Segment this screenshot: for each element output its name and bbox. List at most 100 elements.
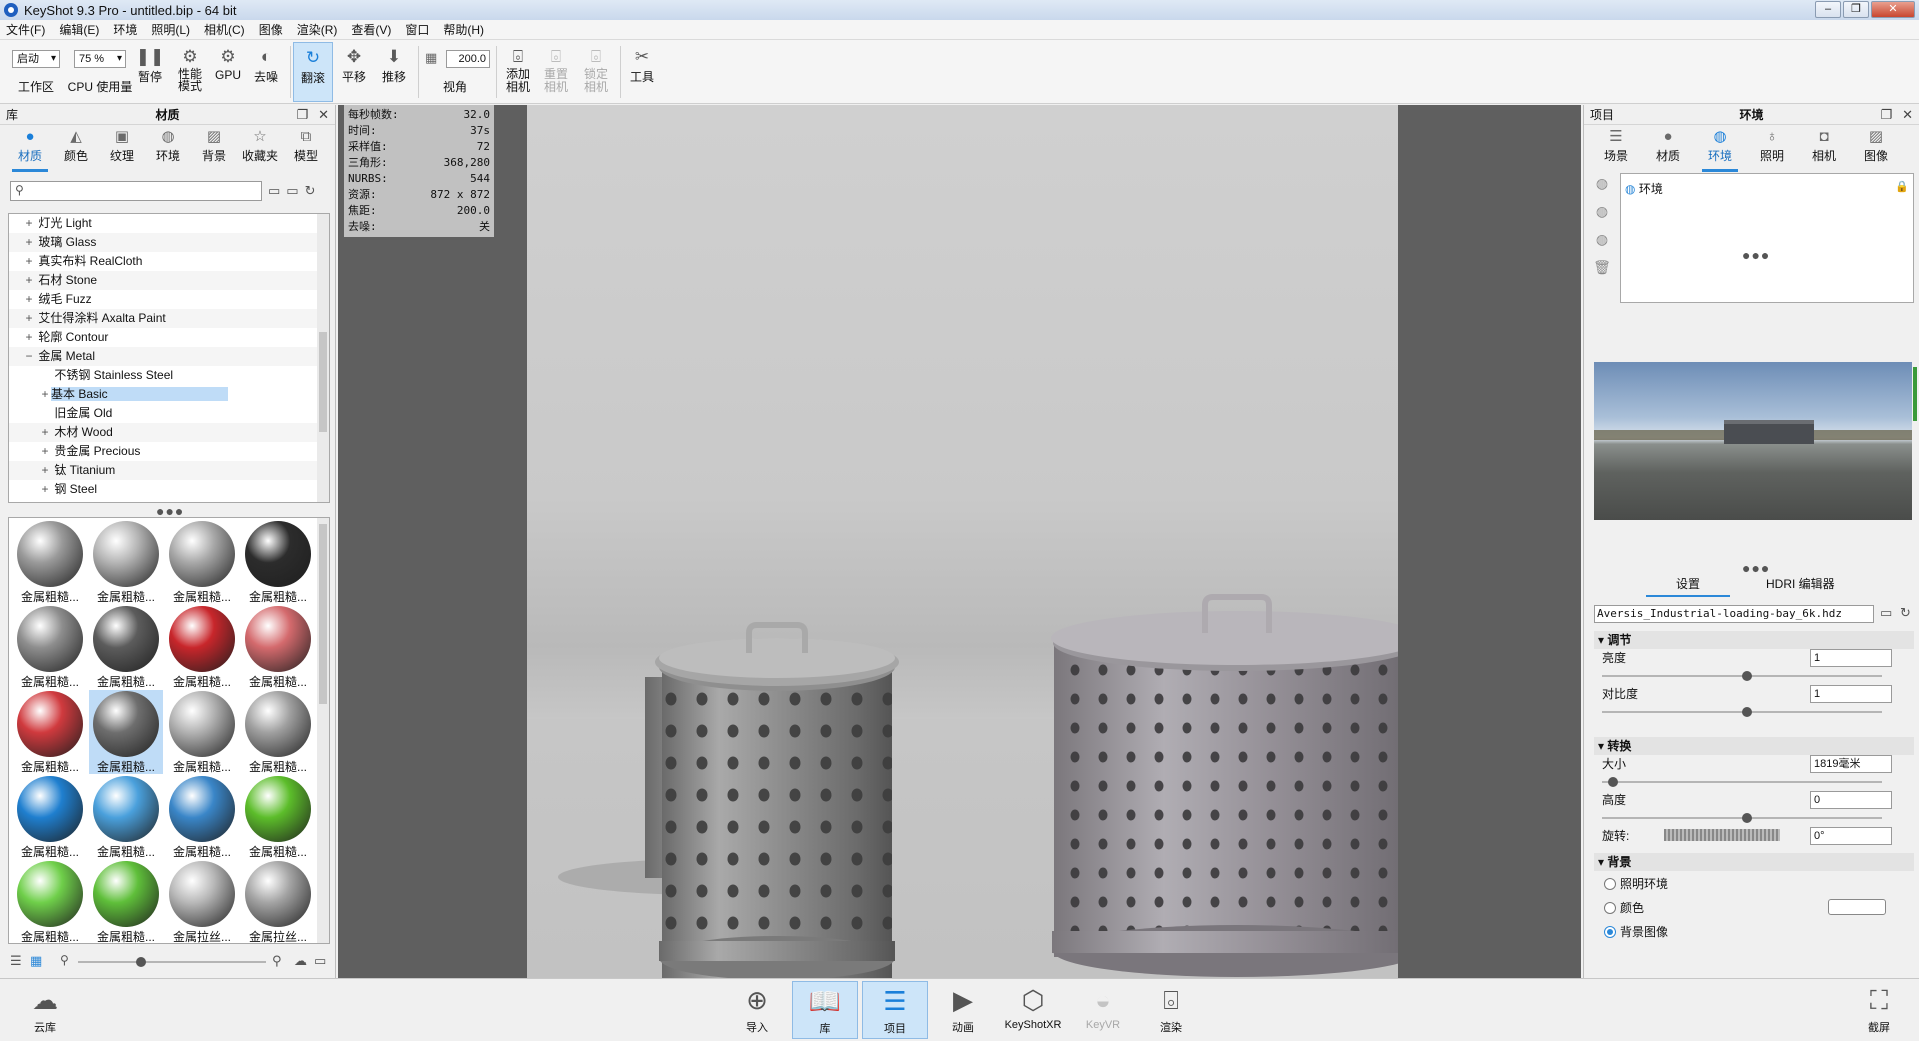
background-image-radio[interactable]: 背景图像 [1604,923,1668,940]
reset-camera-button[interactable]: ⌻ 重置 相机 [536,46,576,94]
material-thumbnail[interactable]: 金属粗糙... [241,690,315,774]
height-slider-knob[interactable] [1742,813,1752,823]
float-panel-icon[interactable]: ❐ [296,105,308,125]
tree-item-basic-selected[interactable]: + 基本 Basic [9,385,329,404]
tumble-button[interactable]: ↻ 翻滚 [293,42,333,102]
thumbnail-size-slider-knob[interactable] [136,957,146,967]
menu-edit[interactable]: 编辑(E) [59,21,99,38]
tab-environment[interactable]: ◍ 环境 [1698,127,1742,172]
pause-button[interactable]: ❚❚ 暂停 [130,46,170,85]
zoom-in-icon[interactable]: ⚲ [272,953,282,969]
performance-mode-button[interactable]: ⚙ 性能 模式 [170,46,210,92]
material-thumbnail[interactable]: 金属粗糙... [13,690,87,774]
section-background[interactable]: ▾ 背景 [1594,853,1914,871]
material-thumbnail[interactable]: 金属粗糙... [165,605,239,689]
menu-view[interactable]: 查看(V) [351,21,391,38]
cpu-usage-dropdown[interactable]: 75 % [74,50,126,68]
tools-button[interactable]: ✂ 工具 [622,46,662,85]
render-image[interactable] [527,105,1398,978]
tree-item[interactable]: + 钛 Titanium [9,461,329,480]
thumbnail-scrollbar[interactable] [317,518,329,943]
denoise-button[interactable]: ◐ 去噪 [246,46,286,85]
height-input[interactable]: 0 [1810,791,1892,809]
tree-item[interactable]: + 真实布料 RealCloth [9,252,329,271]
tree-item[interactable]: + 钢 Steel [9,480,329,499]
tab-textures[interactable]: ▣ 纹理 [100,127,144,164]
brightness-input[interactable]: 1 [1810,649,1892,667]
hdri-preview-image[interactable] [1594,362,1912,520]
thumbnail-size-slider[interactable] [78,957,266,967]
tab-models[interactable]: ⧉ 模型 [284,127,328,164]
section-adjust[interactable]: ▾ 调节 [1594,631,1914,649]
material-thumbnail[interactable]: 金属粗糙... [165,775,239,859]
contrast-slider[interactable] [1602,707,1882,717]
menu-environment[interactable]: 环境 [113,21,137,38]
tree-item[interactable]: + 轮廓 Contour [9,328,329,347]
tree-item[interactable]: + 贵金属 Precious [9,442,329,461]
menu-help[interactable]: 帮助(H) [443,21,484,38]
cloud-library-button[interactable]: ☁ 云库 [12,981,78,1039]
minimize-button[interactable]: – [1815,1,1841,18]
menu-camera[interactable]: 相机(C) [204,21,245,38]
material-thumbnail[interactable]: 金属粗糙... [89,605,163,689]
tree-item[interactable]: + 石材 Stone [9,271,329,290]
splitter-handle[interactable]: ●●● [1742,247,1770,263]
tab-favorites[interactable]: ☆ 收藏夹 [238,127,282,164]
hdri-scroll-indicator[interactable] [1913,367,1917,421]
material-thumbnail[interactable]: 金属粗糙... [13,860,87,943]
menu-file[interactable]: 文件(F) [6,21,45,38]
size-slider[interactable] [1602,777,1882,787]
lock-icon[interactable]: 🔒 [1895,180,1909,193]
contrast-input[interactable]: 1 [1810,685,1892,703]
subtab-hdri-editor[interactable]: HDRI 编辑器 [1766,575,1835,592]
material-thumbnail[interactable]: 金属粗糙... [89,520,163,604]
add-environment-icon[interactable]: ◍ [1592,175,1612,203]
tab-camera[interactable]: ◘ 相机 [1802,127,1846,164]
hdri-file-field[interactable]: Aversis_Industrial-loading-bay_6k.hdz [1594,605,1874,623]
material-thumbnail[interactable]: 金属粗糙... [13,520,87,604]
library-button[interactable]: 📖 库 [792,981,858,1039]
material-thumbnail[interactable]: 金属粗糙... [89,690,163,774]
rotation-dial[interactable] [1664,829,1780,841]
size-slider-knob[interactable] [1608,777,1618,787]
material-thumbnail[interactable]: 金属粗糙... [241,605,315,689]
refresh-icon[interactable]: ↻ [305,183,316,199]
render-viewport[interactable]: 每秒帧数: 32.0 时间: 37s 采样值: 72 三角形: 368,280 NURB… [338,105,1581,978]
keyshotxr-button[interactable]: ⬡ KeyShotXR [1000,981,1066,1039]
add-folder-icon[interactable]: ▭ [286,183,298,199]
tab-environments[interactable]: ◍ 环境 [146,127,190,164]
maximize-button[interactable]: ❐ [1843,1,1869,18]
menu-render[interactable]: 渲染(R) [297,21,338,38]
duplicate-environment-icon[interactable]: ◍ [1592,203,1612,231]
environment-list-item[interactable]: ◍ 环境 [1625,180,1663,197]
brightness-slider-knob[interactable] [1742,671,1752,681]
subtab-settings[interactable]: 设置 [1645,575,1731,597]
background-lighting-radio[interactable]: 照明环境 [1604,875,1668,892]
delete-icon[interactable]: 🗑 [1592,259,1612,287]
tab-backplates[interactable]: ▨ 背景 [192,127,236,164]
close-panel-icon[interactable]: ✕ [1902,105,1913,125]
material-thumbnail[interactable]: 金属粗糙... [241,775,315,859]
workspace-dropdown[interactable]: 启动 [12,50,60,68]
material-thumbnail[interactable]: 金属拉丝... [165,860,239,943]
tree-item[interactable]: + 艾仕得涂料 Axalta Paint [9,309,329,328]
list-view-icon[interactable]: ☰ [10,953,22,969]
gpu-button[interactable]: ⚙ GPU [208,46,248,82]
project-button[interactable]: ☰ 项目 [862,981,928,1039]
close-panel-icon[interactable]: ✕ [318,105,329,125]
menu-lighting[interactable]: 照明(L) [151,21,190,38]
lock-camera-button[interactable]: ⌻ 锁定 相机 [576,46,616,94]
material-thumbnail[interactable]: 金属粗糙... [13,605,87,689]
tab-materials[interactable]: ● 材质 [1646,127,1690,164]
height-slider[interactable] [1602,813,1882,823]
animation-button[interactable]: ▶ 动画 [930,981,996,1039]
background-color-swatch[interactable] [1828,899,1886,915]
background-color-radio[interactable]: 颜色 [1604,899,1644,916]
tab-image[interactable]: ▨ 图像 [1854,127,1898,164]
edit-environment-icon[interactable]: ◍ [1592,231,1612,259]
zoom-out-icon[interactable]: ⚲ [60,953,69,967]
tree-item[interactable]: 不锈钢 Stainless Steel [9,366,329,385]
import-button[interactable]: ⊕ 导入 [724,981,790,1039]
size-input[interactable]: 1819毫米 [1810,755,1892,773]
menu-image[interactable]: 图像 [259,21,283,38]
